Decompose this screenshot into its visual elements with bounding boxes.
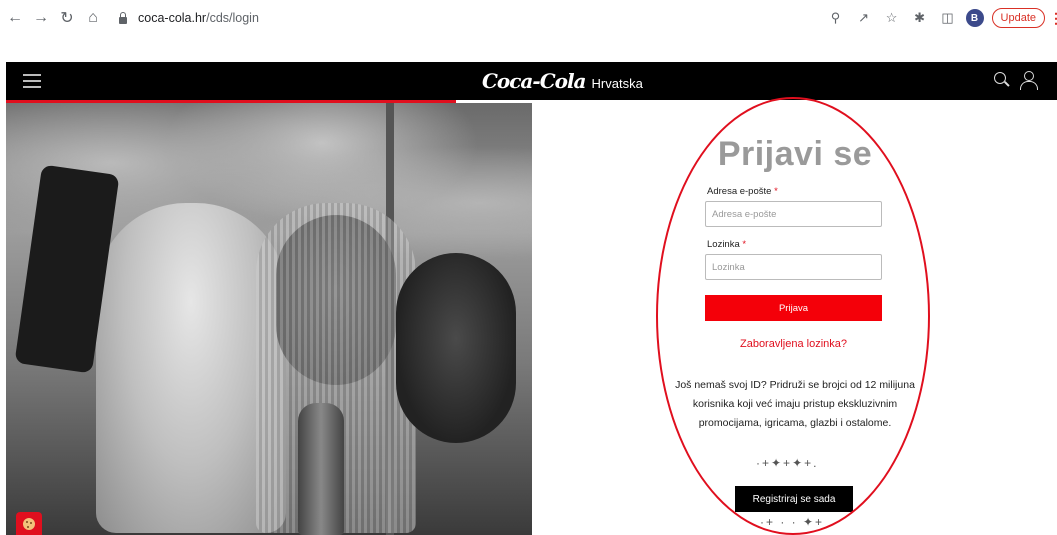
profile-avatar[interactable]: B [965,9,984,27]
cookie-icon [23,517,35,530]
sidepanel-icon[interactable]: ◫ [936,6,960,30]
page-title: Prijavi se [717,135,873,173]
cookie-settings-button[interactable] [16,512,42,535]
reload-icon[interactable]: ↻ [56,7,78,29]
email-field[interactable] [705,201,882,227]
url-host: coca-cola.hr [138,11,207,25]
forgot-password-link[interactable]: Zaboravljena lozinka? [705,338,882,350]
photo-coca-cola-bottle [298,403,344,535]
coca-cola-logo: Coca-Cola [482,69,587,93]
update-button[interactable]: Update [991,8,1045,28]
required-mark: * [742,239,747,250]
login-button[interactable]: Prijava [705,295,882,321]
zoom-icon[interactable]: ⚲ [824,6,848,30]
country-label: Hrvatska [591,76,643,91]
menu-icon[interactable]: ⋮ [1049,10,1057,27]
sparkle-decoration-top: ·+✦+✦+. [756,456,819,470]
forward-icon[interactable]: → [30,7,52,29]
browser-actions: ⚲ ↗ ☆ ✱ ◫ B Update ⋮ [820,6,1057,30]
email-label-text: Adresa e-pošte [707,186,772,197]
required-mark: * [774,186,778,197]
password-label: Lozinka * [707,239,746,250]
sparkle-decoration-bottom: ·+ · · ✦+ [760,515,825,529]
share-icon[interactable]: ↗ [852,6,876,30]
hero-photo [6,103,532,535]
user-icon[interactable] [1019,71,1038,90]
search-icon[interactable] [993,71,1011,89]
browser-toolbar: ← → ↻ ⌂ coca-cola.hr/cds/login ⚲ ↗ ☆ ✱ ◫… [0,0,1057,36]
password-field[interactable] [705,254,882,280]
photo-person-right [396,253,516,443]
hamburger-menu-icon[interactable] [23,74,41,88]
star-icon[interactable]: ☆ [880,6,904,30]
extensions-icon[interactable]: ✱ [908,6,932,30]
header-actions [993,71,1038,90]
url-path: /cds/login [206,11,259,25]
signup-promo-text: Još nemaš svoj ID? Pridruži se brojci od… [675,379,915,429]
lock-icon[interactable] [118,12,128,24]
password-label-text: Lozinka [707,239,740,250]
site-header: Coca-Cola Hrvatska [6,62,1057,100]
back-icon[interactable]: ← [4,7,26,29]
home-icon[interactable]: ⌂ [82,7,104,29]
email-label: Adresa e-pošte * [707,186,778,197]
brand-logo[interactable]: Coca-Cola Hrvatska [482,69,643,93]
address-bar[interactable]: coca-cola.hr/cds/login [118,6,818,30]
register-button[interactable]: Registriraj se sada [735,486,853,512]
